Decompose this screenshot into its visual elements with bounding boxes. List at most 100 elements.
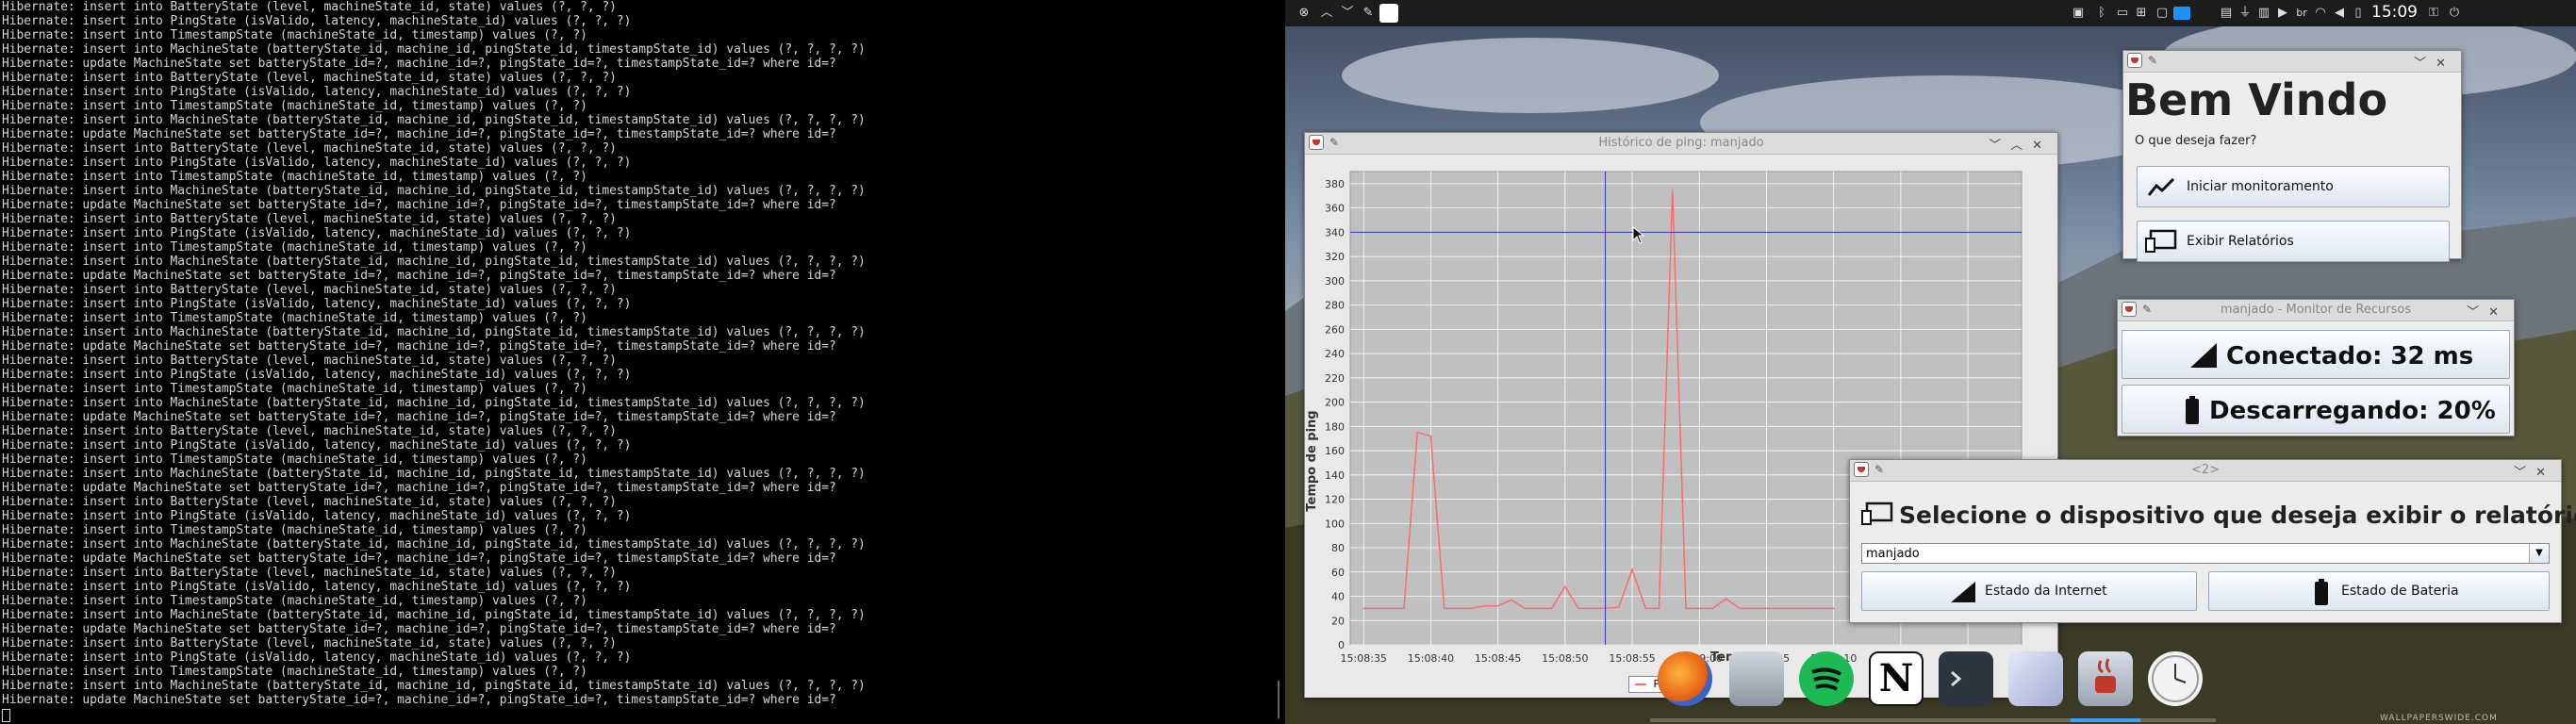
chart-line-icon bbox=[2147, 177, 2175, 196]
ping-data-point bbox=[1416, 431, 1418, 434]
terminal-line: Hibernate: update MachineState set batte… bbox=[2, 481, 836, 495]
terminal-line: Hibernate: insert into TimestampState (m… bbox=[2, 523, 587, 537]
terminal-line: Hibernate: insert into BatteryState (lev… bbox=[2, 495, 617, 509]
terminal-line: Hibernate: insert into PingState (isVali… bbox=[2, 438, 632, 452]
window-controls[interactable]: ﹀✕ bbox=[2467, 302, 2508, 320]
terminal-line: Hibernate: insert into TimestampState (m… bbox=[2, 382, 587, 396]
ping-data-point bbox=[1631, 568, 1633, 570]
y-tick-label: 200 bbox=[1325, 397, 1345, 409]
chevron-down-icon[interactable]: ▼ bbox=[2529, 544, 2549, 563]
terminal-line: Hibernate: insert into BatteryState (lev… bbox=[2, 71, 617, 85]
network-icon[interactable]: ⊞ bbox=[2134, 6, 2149, 21]
terminal-scrollbar[interactable] bbox=[1278, 681, 1280, 718]
start-monitoring-button[interactable]: Iniciar monitoramento bbox=[2137, 166, 2450, 207]
y-tick-label: 380 bbox=[1325, 178, 1345, 190]
terminal-line: Hibernate: insert into BatteryState (lev… bbox=[2, 636, 617, 650]
cube-app-icon[interactable] bbox=[2008, 651, 2063, 706]
welcome-subtitle: O que deseja fazer? bbox=[2135, 134, 2257, 148]
terminal-line: Hibernate: insert into MachineState (bat… bbox=[2, 42, 866, 57]
close-icon[interactable]: ⊗ bbox=[1296, 6, 1312, 21]
terminal-line: Hibernate: update MachineState set batte… bbox=[2, 410, 836, 424]
notion-icon[interactable]: N bbox=[1869, 651, 1924, 706]
terminal-line: Hibernate: update MachineState set batte… bbox=[2, 551, 836, 566]
ping-data-point bbox=[1550, 607, 1553, 610]
battery-tray-icon[interactable]: ▯ bbox=[2351, 6, 2366, 21]
y-tick-label: 20 bbox=[1331, 615, 1345, 627]
terminal-line: Hibernate: insert into PingState (isVali… bbox=[2, 650, 632, 665]
java-app-icon[interactable] bbox=[1379, 4, 1398, 23]
active-app-tray-icon[interactable] bbox=[2173, 7, 2190, 20]
y-tick-label: 80 bbox=[1331, 542, 1345, 554]
terminal-line: Hibernate: update MachineState set batte… bbox=[2, 57, 836, 71]
terminal-icon[interactable] bbox=[1939, 651, 1993, 706]
battery-icon bbox=[2315, 579, 2328, 605]
battery-icon bbox=[2186, 396, 2199, 424]
y-tick-label: 60 bbox=[1331, 567, 1345, 579]
display-icon[interactable]: ▭ bbox=[2115, 6, 2130, 21]
y-tick-label: 320 bbox=[1325, 251, 1345, 263]
window-controls[interactable]: ﹀✕ bbox=[2414, 53, 2455, 71]
spotify-icon[interactable] bbox=[1799, 651, 1854, 706]
usb-icon[interactable]: ⏚ bbox=[2237, 6, 2253, 21]
device-select[interactable]: manjado ▼ bbox=[1861, 543, 2550, 564]
internet-state-button[interactable]: Estado da Internet bbox=[1861, 571, 2197, 611]
clock-app-icon[interactable] bbox=[2148, 651, 2203, 706]
clock[interactable]: 15:09 bbox=[2371, 3, 2418, 22]
ping-data-point bbox=[1671, 189, 1674, 191]
device-icon[interactable]: ▤ bbox=[2219, 6, 2234, 21]
lock-icon[interactable]: ⚿ bbox=[2426, 6, 2441, 21]
welcome-heading: Bem Vindo bbox=[2125, 74, 2388, 125]
media-play-icon[interactable]: ▶ bbox=[2275, 6, 2290, 21]
ping-data-point bbox=[1403, 607, 1405, 610]
x-tick-label: 15:08:50 bbox=[1542, 652, 1588, 665]
ping-data-point bbox=[1832, 607, 1835, 610]
terminal-line: Hibernate: insert into BatteryState (lev… bbox=[2, 566, 617, 580]
firefox-icon[interactable] bbox=[1658, 651, 1712, 706]
terminal-line: Hibernate: update MachineState set batte… bbox=[2, 127, 836, 141]
bluetooth-icon[interactable]: ᛒ bbox=[2094, 6, 2109, 21]
java-dock-icon[interactable] bbox=[2078, 651, 2133, 706]
terminal-line: Hibernate: insert into PingState (isVali… bbox=[2, 297, 632, 311]
chevron-up-icon[interactable]: ︿ bbox=[1319, 6, 1334, 21]
ping-status-panel[interactable]: Conectado: 32 ms bbox=[2122, 330, 2510, 379]
terminal-line: Hibernate: update MachineState set batte… bbox=[2, 339, 836, 354]
ping-data-point bbox=[1752, 607, 1754, 610]
y-tick-label: 100 bbox=[1325, 518, 1345, 530]
app-tray-icon[interactable]: ▣ bbox=[2071, 6, 2086, 21]
welcome-titlebar[interactable]: ✎ ﹀✕ bbox=[2123, 51, 2461, 73]
ping-data-point bbox=[1792, 607, 1794, 610]
terminal-line: Hibernate: insert into PingState (isVali… bbox=[2, 156, 632, 170]
keyboard-layout[interactable]: br bbox=[2294, 6, 2309, 21]
monitor-titlebar[interactable]: ✎ manjado - Monitor de Recursos ﹀✕ bbox=[2118, 300, 2514, 321]
y-tick-label: 300 bbox=[1325, 275, 1345, 288]
window-controls[interactable]: ﹀︿✕ bbox=[1989, 135, 2052, 153]
terminal-line: Hibernate: insert into BatteryState (lev… bbox=[2, 354, 617, 368]
battery-status-panel[interactable]: Descarregando: 20% bbox=[2122, 385, 2510, 434]
wifi-icon[interactable]: ◠ bbox=[2313, 6, 2328, 21]
show-reports-label: Exibir Relatórios bbox=[2187, 234, 2294, 249]
show-reports-button[interactable]: Exibir Relatórios bbox=[2137, 221, 2450, 262]
power-icon[interactable]: ⏻ bbox=[2447, 6, 2462, 21]
clock-hands bbox=[2152, 655, 2199, 702]
report-titlebar[interactable]: ✎ <2> ﹀✕ bbox=[1850, 460, 2561, 482]
y-tick-label: 360 bbox=[1325, 203, 1345, 215]
terminal[interactable]: Hibernate: insert into BatteryState (lev… bbox=[0, 0, 1285, 724]
ping-data-point bbox=[1511, 599, 1512, 601]
window-controls[interactable]: ﹀✕ bbox=[2514, 462, 2555, 480]
file-manager-icon[interactable] bbox=[1729, 651, 1784, 706]
y-tick-label: 220 bbox=[1325, 372, 1345, 385]
pin-icon[interactable]: ✎ bbox=[1361, 6, 1376, 21]
window-icon[interactable]: ▢ bbox=[2155, 6, 2170, 21]
device-select-value: manjado bbox=[1866, 547, 1920, 561]
volume-icon[interactable]: ◀ bbox=[2332, 6, 2347, 21]
start-monitoring-label: Iniciar monitoramento bbox=[2187, 179, 2334, 194]
terminal-line: Hibernate: insert into MachineState (bat… bbox=[2, 537, 866, 551]
internet-state-label: Estado da Internet bbox=[1985, 584, 2107, 599]
ping-history-titlebar[interactable]: ✎ Histórico de ping: manjado ﹀︿✕ bbox=[1305, 133, 2057, 155]
battery-state-button[interactable]: Estado de Bateria bbox=[2208, 571, 2550, 611]
pin-icon[interactable]: ✎ bbox=[2148, 54, 2157, 67]
wallpaper-watermark: WALLPAPERSWIDE.COM bbox=[2380, 714, 2498, 723]
chevron-down-icon[interactable]: ﹀ bbox=[1340, 6, 1355, 21]
clipboard-icon[interactable]: ▥ bbox=[2256, 6, 2271, 21]
y-tick-label: 340 bbox=[1325, 226, 1345, 239]
